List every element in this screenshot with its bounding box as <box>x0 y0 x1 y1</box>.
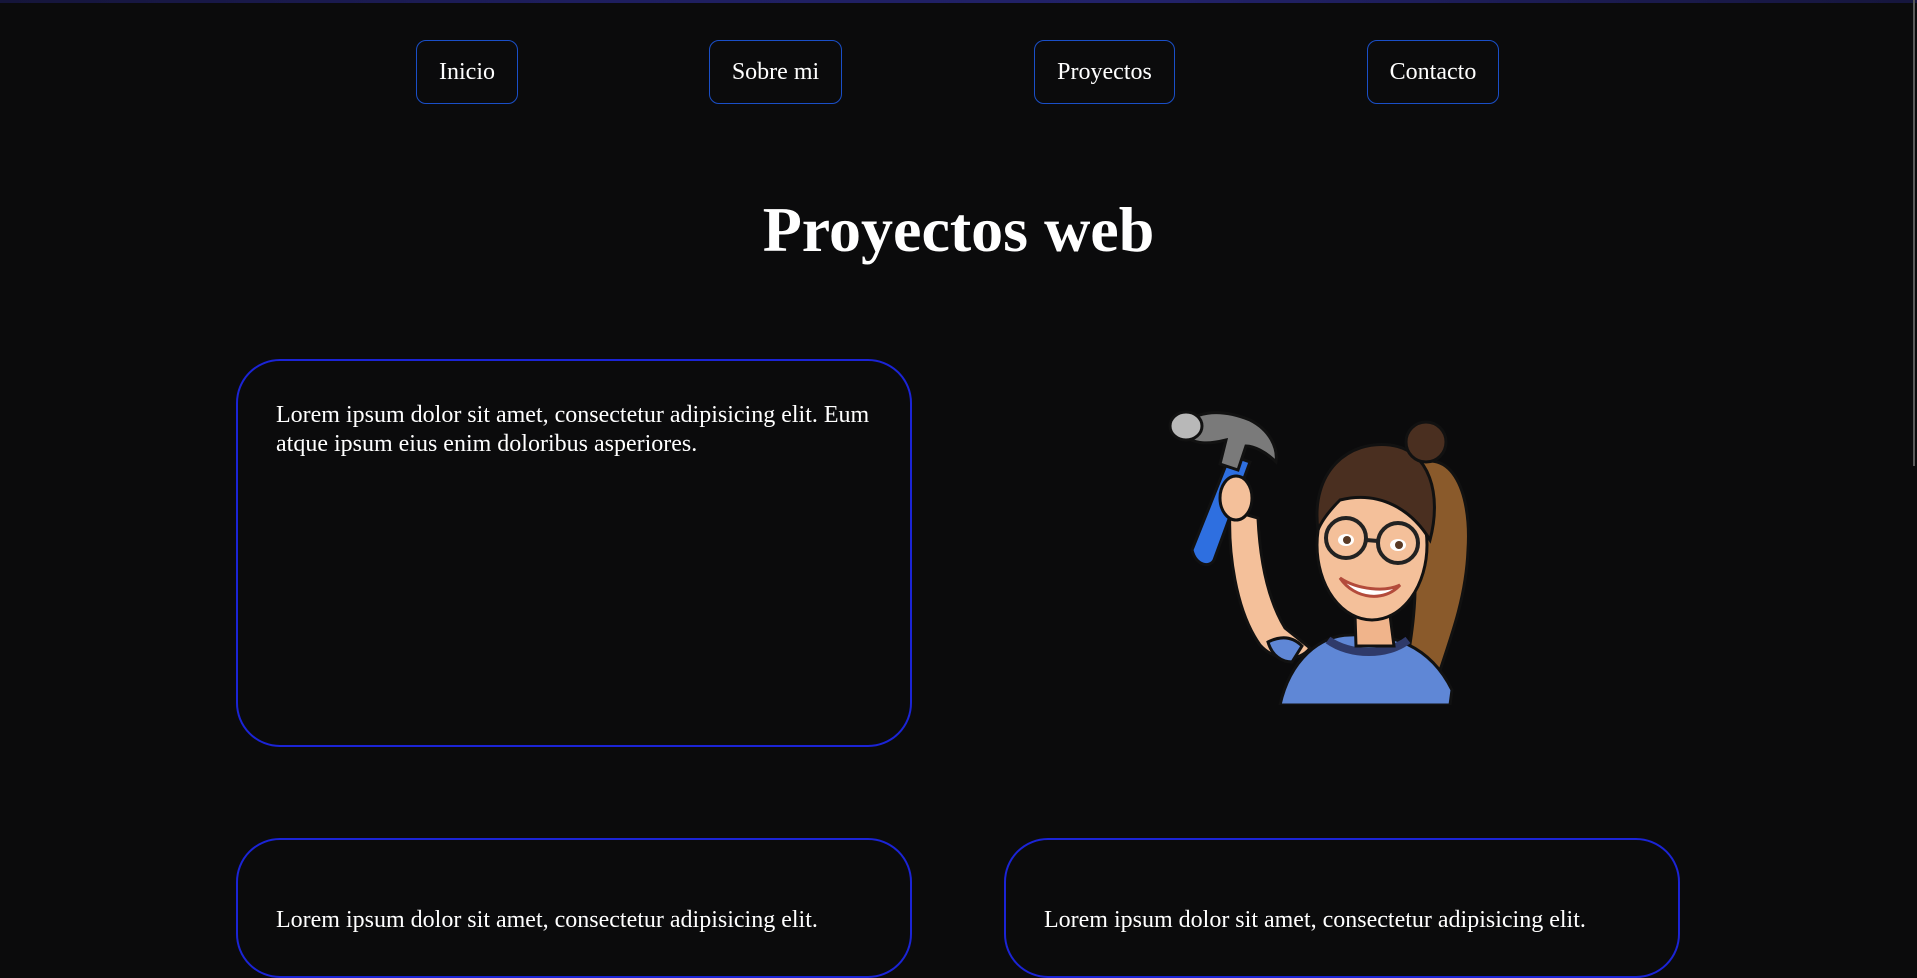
avatar-with-hammer-icon <box>1168 410 1470 705</box>
nav-link-inicio[interactable]: Inicio <box>416 40 518 104</box>
project-card-text: Lorem ipsum dolor sit amet, consectetur … <box>276 907 818 933</box>
project-card: Lorem ipsum dolor sit amet, consectetur … <box>236 838 912 978</box>
nav-link-sobre-mi[interactable]: Sobre mi <box>709 40 842 104</box>
main-nav: Inicio Sobre mi Proyectos Contacto <box>0 40 1917 106</box>
top-glow-bar <box>0 0 1917 3</box>
nav-link-proyectos[interactable]: Proyectos <box>1034 40 1175 104</box>
scrollbar-thumb[interactable] <box>1913 0 1915 466</box>
nav-link-contacto[interactable]: Contacto <box>1367 40 1499 104</box>
project-card: Lorem ipsum dolor sit amet, consectetur … <box>1004 838 1680 978</box>
project-card-text: Lorem ipsum dolor sit amet, consectetur … <box>276 402 870 457</box>
project-card-text: Lorem ipsum dolor sit amet, consectetur … <box>1044 907 1586 933</box>
project-card: Lorem ipsum dolor sit amet, consectetur … <box>236 359 912 747</box>
page-title: Proyectos web <box>762 194 1155 265</box>
page-scrollbar[interactable] <box>1909 0 1917 912</box>
